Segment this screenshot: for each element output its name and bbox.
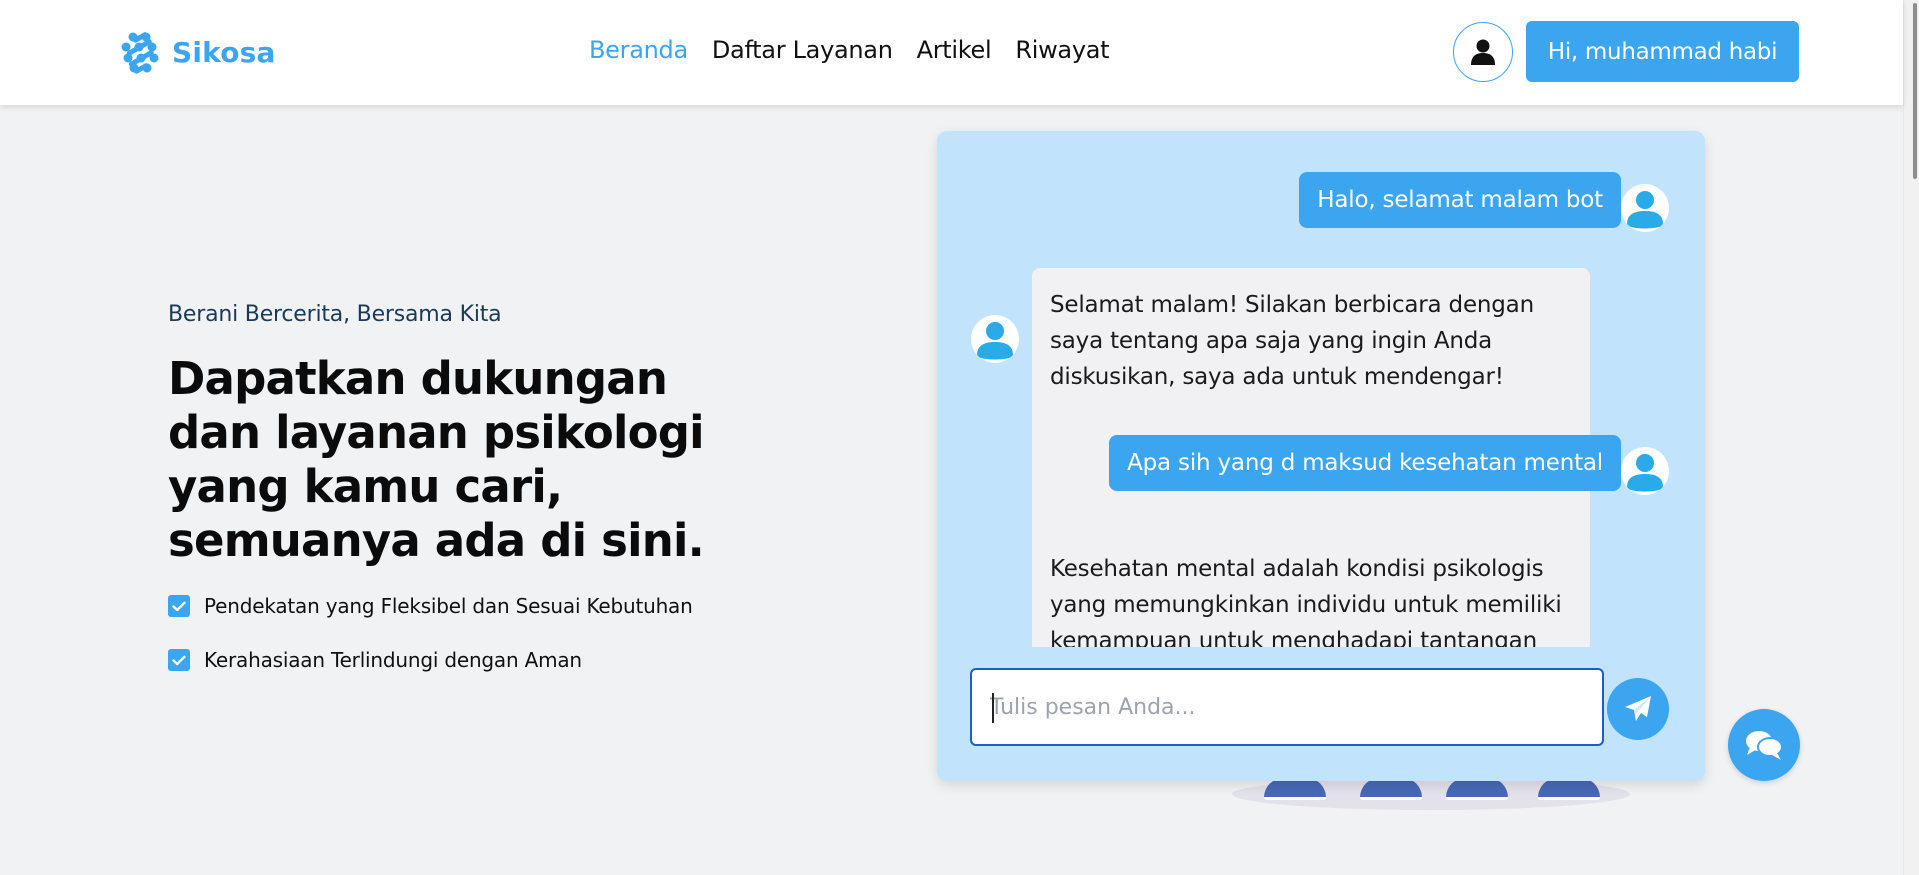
bot-message: Selamat malam! Silakan berbicara dengan … bbox=[1032, 268, 1590, 544]
feature-label: Kerahasiaan Terlindungi dengan Aman bbox=[204, 648, 582, 672]
greeting-button[interactable]: Hi, muhammad habi bbox=[1526, 21, 1799, 82]
navbar: Sikosa Beranda Daftar Layanan Artikel Ri… bbox=[0, 0, 1903, 105]
nav-link-daftar-layanan[interactable]: Daftar Layanan bbox=[712, 36, 893, 64]
brand-link[interactable]: Sikosa bbox=[118, 30, 276, 74]
user-icon bbox=[1471, 39, 1495, 65]
chat-bubbles-icon bbox=[1746, 731, 1783, 760]
illustration-shoe bbox=[1446, 778, 1508, 800]
dna-cluster-icon bbox=[121, 32, 159, 74]
chatbot-panel: Halo, selamat malam bot Selamat malam! S… bbox=[937, 131, 1705, 781]
hero-title: Dapatkan dukungan dan layanan psikologi … bbox=[168, 352, 705, 567]
paper-plane-icon bbox=[1625, 696, 1651, 721]
chat-toggle-button[interactable] bbox=[1728, 709, 1800, 781]
brand-name: Sikosa bbox=[172, 35, 276, 69]
person-avatar-icon bbox=[977, 322, 1013, 360]
bot-message: Kesehatan mental adalah kondisi psikolog… bbox=[1032, 532, 1590, 647]
send-message-button[interactable] bbox=[1607, 678, 1669, 740]
user-avatar bbox=[1621, 184, 1669, 232]
illustration-shoe bbox=[1538, 778, 1600, 800]
chat-message-list[interactable]: Halo, selamat malam bot Selamat malam! S… bbox=[937, 131, 1705, 647]
nav-link-riwayat[interactable]: Riwayat bbox=[1015, 36, 1109, 64]
main-nav: Beranda Daftar Layanan Artikel Riwayat bbox=[589, 36, 1110, 64]
bot-avatar bbox=[971, 315, 1019, 363]
checkbox-check-icon bbox=[168, 595, 190, 617]
feature-item: Kerahasiaan Terlindungi dengan Aman bbox=[168, 648, 582, 672]
illustration-shoe bbox=[1360, 778, 1422, 800]
user-message: Halo, selamat malam bot bbox=[1299, 172, 1621, 228]
checkbox-check-icon bbox=[168, 649, 190, 671]
text-caret bbox=[992, 693, 994, 723]
chat-message-input[interactable] bbox=[970, 668, 1604, 746]
illustration-shoe bbox=[1264, 778, 1326, 800]
person-avatar-icon bbox=[1627, 454, 1663, 492]
hero-tagline: Berani Bercerita, Bersama Kita bbox=[168, 302, 502, 327]
nav-link-beranda[interactable]: Beranda bbox=[589, 36, 688, 64]
nav-link-artikel[interactable]: Artikel bbox=[917, 36, 992, 64]
feature-item: Pendekatan yang Fleksibel dan Sesuai Keb… bbox=[168, 594, 693, 618]
person-avatar-icon bbox=[1627, 191, 1663, 229]
scrollbar-thumb[interactable] bbox=[1913, 3, 1917, 179]
profile-button[interactable] bbox=[1453, 22, 1513, 82]
user-avatar bbox=[1621, 447, 1669, 495]
feature-label: Pendekatan yang Fleksibel dan Sesuai Keb… bbox=[204, 594, 693, 618]
user-message: Apa sih yang d maksud kesehatan mental bbox=[1109, 435, 1621, 491]
